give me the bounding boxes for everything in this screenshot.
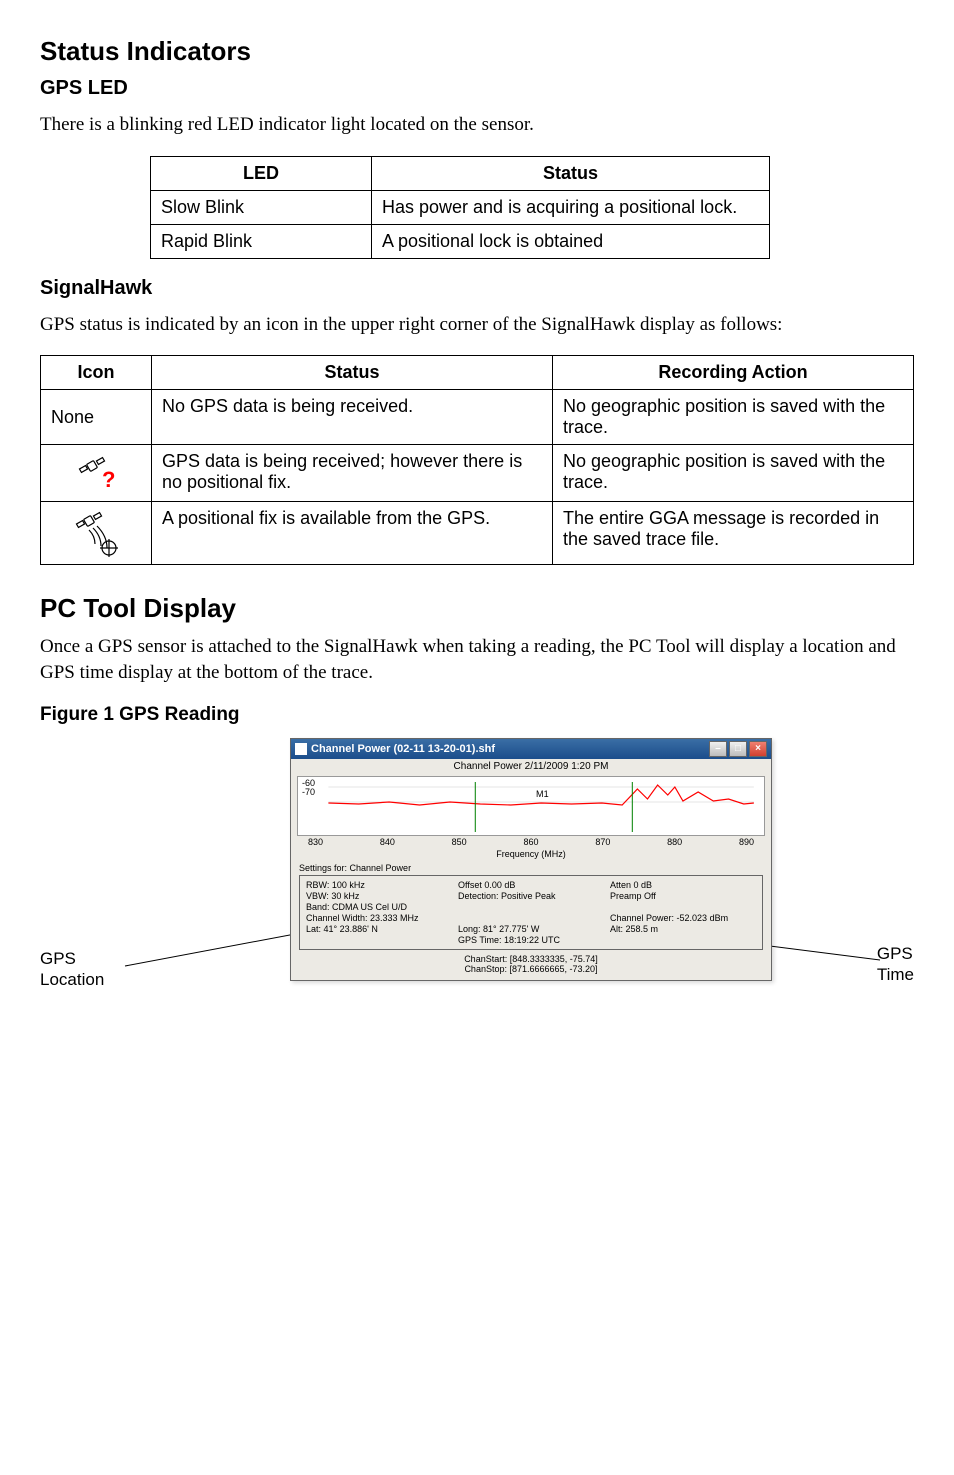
status-indicators-heading: Status Indicators [40,36,914,67]
led-name: Rapid Blink [151,224,372,258]
satellite-fix-icon [41,502,152,565]
channel-lines: ChanStart: [848.3333335, -75.74] ChanSto… [291,954,771,980]
status-table: Icon Status Recording Action None No GPS… [40,355,914,565]
chan-start: ChanStart: [848.3333335, -75.74] [291,954,771,964]
chart-title: Channel Power 2/11/2009 1:20 PM [291,759,771,774]
signalhawk-paragraph: GPS status is indicated by an icon in th… [40,312,914,338]
col-led: LED [151,156,372,190]
spectrum-chart: -60 -70 M1 830 840 850 860 870 880 890 [297,776,765,836]
window-titlebar[interactable]: Channel Power (02-11 13-20-01).shf – □ × [291,739,771,759]
led-name: Slow Blink [151,190,372,224]
marker-label: M1 [536,789,549,799]
pc-tool-heading: PC Tool Display [40,593,914,624]
spectrum-trace-icon: M1 [298,777,764,835]
action-text: No geographic position is saved with the… [553,445,914,502]
gps-led-paragraph: There is a blinking red LED indicator li… [40,112,914,138]
x-tick: 880 [667,837,682,847]
led-status: A positional lock is obtained [372,224,770,258]
table-row: LED Status [151,156,770,190]
table-row: Rapid Blink A positional lock is obtaine… [151,224,770,258]
setting-atten: Atten 0 dB [610,880,756,890]
table-row: ? GPS data is being received; however th… [41,445,914,502]
table-row: Slow Blink Has power and is acquiring a … [151,190,770,224]
setting-offset: Offset 0.00 dB [458,880,604,890]
col-status: Status [152,356,553,390]
callout-line1: GPS [877,944,913,963]
chan-stop: ChanStop: [871.6666665, -73.20] [291,964,771,974]
setting-alt: Alt: 258.5 m [610,924,756,934]
x-tick: 850 [452,837,467,847]
led-table: LED Status Slow Blink Has power and is a… [150,156,770,259]
x-tick: 830 [308,837,323,847]
none-icon: None [41,390,152,445]
pc-tool-paragraph: Once a GPS sensor is attached to the Sig… [40,634,914,685]
setting-chpower: Channel Power: -52.023 dBm [610,913,756,923]
callout-gps-time: GPS Time [877,943,914,986]
action-text: No geographic position is saved with the… [553,390,914,445]
y-tick: -70 [302,787,315,797]
col-icon: Icon [41,356,152,390]
signalhawk-heading: SignalHawk [40,277,914,300]
setting-vbw: VBW: 30 kHz [306,891,452,901]
settings-header: Settings for: Channel Power [291,861,771,875]
action-text: The entire GGA message is recorded in th… [553,502,914,565]
led-status: Has power and is acquiring a positional … [372,190,770,224]
svg-text:?: ? [102,467,115,492]
setting-chwidth: Channel Width: 23.333 MHz [306,913,452,923]
x-tick: 840 [380,837,395,847]
col-status: Status [372,156,770,190]
settings-panel: RBW: 100 kHz Offset 0.00 dB Atten 0 dB V… [299,875,763,950]
status-text: GPS data is being received; however ther… [152,445,553,502]
col-action: Recording Action [553,356,914,390]
setting-preamp: Preamp Off [610,891,756,901]
callout-line2: Location [40,970,104,989]
table-row: Icon Status Recording Action [41,356,914,390]
status-text: No GPS data is being received. [152,390,553,445]
setting-detect: Detection: Positive Peak [458,891,604,901]
setting-long: Long: 81° 27.775' W [458,924,604,934]
setting-lat: Lat: 41° 23.886' N [306,924,452,934]
close-button[interactable]: × [749,741,767,757]
figure-1: GPS Location GPS Time Channel Power (02-… [40,738,914,1018]
setting-rbw: RBW: 100 kHz [306,880,452,890]
x-axis-label: Frequency (MHz) [291,848,771,861]
x-tick: 870 [595,837,610,847]
callout-gps-location: GPS Location [40,948,104,991]
status-text: A positional fix is available from the G… [152,502,553,565]
window-title: Channel Power (02-11 13-20-01).shf [311,743,495,755]
callout-line2: Time [877,965,914,984]
y-axis-labels: -60 -70 [302,779,315,797]
callout-line1: GPS [40,949,76,968]
table-row: None No GPS data is being received. No g… [41,390,914,445]
x-tick: 890 [739,837,754,847]
setting-gpstime: GPS Time: 18:19:22 UTC [458,935,604,945]
setting-band: Band: CDMA US Cel U/D [306,902,452,912]
figure-caption: Figure 1 GPS Reading [40,704,914,726]
trace-window[interactable]: Channel Power (02-11 13-20-01).shf – □ ×… [290,738,772,981]
minimize-button[interactable]: – [709,741,727,757]
x-tick: 860 [523,837,538,847]
maximize-button[interactable]: □ [729,741,747,757]
app-icon [295,743,307,755]
gps-led-heading: GPS LED [40,77,914,100]
x-axis-ticks: 830 840 850 860 870 880 890 [308,837,754,847]
table-row: A positional fix is available from the G… [41,502,914,565]
satellite-question-icon: ? [41,445,152,502]
